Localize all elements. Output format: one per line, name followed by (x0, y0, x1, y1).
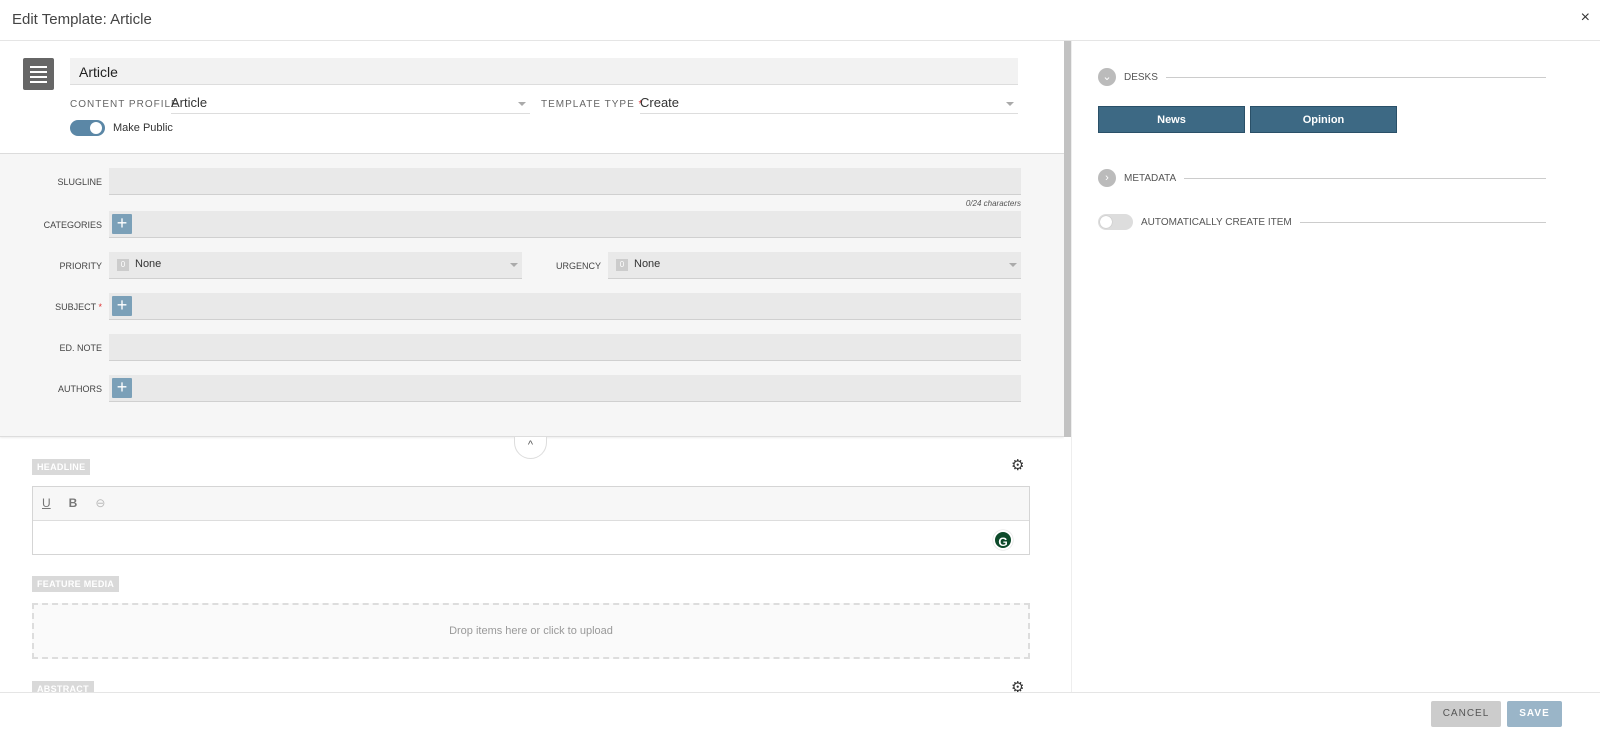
headline-editor: U B ⊖ G (32, 486, 1030, 555)
close-icon[interactable]: × (1581, 9, 1590, 27)
desk-news-button[interactable]: News (1098, 106, 1245, 133)
add-subject-button[interactable]: + (112, 296, 132, 316)
link-icon[interactable]: ⊖ (95, 496, 105, 511)
headline-label: HEADLINE (32, 459, 91, 475)
metadata-heading: METADATA (1124, 172, 1177, 184)
desks-heading: DESKS (1124, 71, 1158, 83)
template-type-label: TEMPLATE TYPE * (541, 99, 644, 110)
slugline-char-count: 0/24 characters (965, 199, 1021, 208)
metadata-section: SLUGLINE 0/24 characters CATEGORIES + PR… (0, 154, 1064, 437)
content-profile-label: CONTENT PROFILE (70, 99, 179, 110)
slugline-label: SLUGLINE (57, 177, 102, 187)
authors-field: + (109, 375, 1021, 402)
template-icon (23, 58, 54, 90)
desks-section-toggle[interactable]: ⌄ DESKS (1098, 68, 1546, 86)
categories-label: CATEGORIES (43, 220, 102, 230)
slugline-input[interactable] (109, 168, 1021, 195)
subject-label: SUBJECT * (55, 302, 102, 312)
metadata-section-toggle[interactable]: › METADATA (1098, 169, 1546, 187)
bold-button[interactable]: B (69, 496, 78, 511)
grammarly-icon[interactable]: G (993, 530, 1013, 550)
underline-button[interactable]: U (42, 496, 51, 511)
modal-title: Edit Template: Article (12, 11, 152, 28)
urgency-value: None (634, 258, 661, 270)
abstract-settings-gear-icon[interactable]: ⚙ (1011, 678, 1024, 692)
urgency-badge: 0 (616, 259, 628, 271)
collapse-metadata-button[interactable]: ^ (514, 437, 547, 459)
auto-create-label: AUTOMATICALLY CREATE ITEM (1141, 216, 1292, 228)
headline-settings-gear-icon[interactable]: ⚙ (1011, 456, 1024, 474)
auto-create-toggle[interactable] (1098, 214, 1133, 230)
template-settings: Article CONTENT PROFILE Article TEMPLATE… (0, 41, 1064, 154)
scrollbar[interactable] (1064, 41, 1071, 437)
add-category-button[interactable]: + (112, 214, 132, 234)
abstract-label: ABSTRACT (32, 681, 94, 692)
add-author-button[interactable]: + (112, 378, 132, 398)
side-panel: ⌄ DESKS News Opinion › METADATA AUTOMATICA… (1071, 41, 1600, 692)
editor-toolbar: U B ⊖ (33, 487, 1029, 521)
content-profile-select[interactable]: Article (171, 94, 530, 114)
desk-opinion-button[interactable]: Opinion (1250, 106, 1397, 133)
template-editor: Article CONTENT PROFILE Article TEMPLATE… (0, 41, 1064, 692)
modal-header: Edit Template: Article × (0, 0, 1600, 41)
auto-create-row: AUTOMATICALLY CREATE ITEM (1098, 214, 1546, 230)
urgency-label: URGENCY (555, 261, 601, 271)
ednote-input[interactable] (109, 334, 1021, 361)
authors-label: AUTHORS (57, 384, 102, 394)
cancel-button[interactable]: CANCEL (1431, 701, 1501, 727)
chevron-right-icon: › (1098, 169, 1116, 187)
categories-field: + (109, 211, 1021, 238)
media-drop-zone[interactable]: Drop items here or click to upload (32, 603, 1030, 659)
headline-input[interactable] (33, 521, 1029, 554)
subject-field: + (109, 293, 1021, 320)
urgency-select[interactable]: 0 None (608, 252, 1021, 279)
template-type-select[interactable]: Create (640, 94, 1018, 114)
save-button[interactable]: SAVE (1507, 701, 1562, 727)
make-public-label: Make Public (113, 122, 173, 134)
ednote-label: ED. NOTE (59, 343, 102, 353)
chevron-down-icon: ⌄ (1098, 68, 1116, 86)
feature-media-label: FEATURE MEDIA (32, 576, 120, 592)
make-public-toggle[interactable] (70, 120, 105, 136)
template-name-input[interactable]: Article (70, 58, 1018, 85)
modal-footer: CANCEL SAVE (0, 692, 1600, 747)
